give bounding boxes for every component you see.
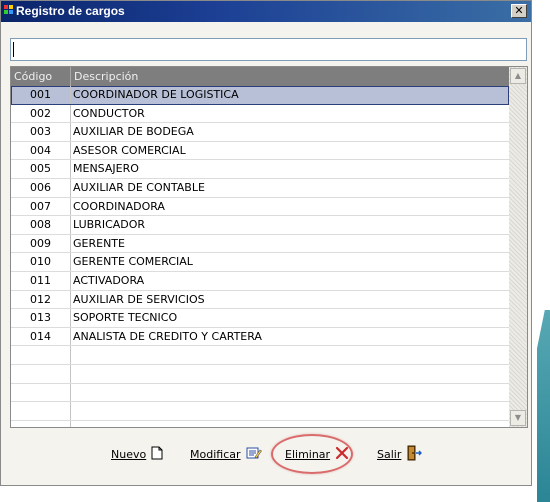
cell-codigo: 008 bbox=[11, 216, 71, 234]
modificar-label: Modificar bbox=[190, 447, 241, 461]
cell-codigo: 012 bbox=[11, 290, 71, 309]
cell-descripcion: ANALISTA DE CREDITO Y CARTERA bbox=[73, 329, 262, 343]
title-bar[interactable]: Registro de cargos ✕ bbox=[1, 1, 531, 22]
table-row[interactable]: 014 ANALISTA DE CREDITO Y CARTERA bbox=[11, 327, 509, 347]
cell-codigo bbox=[11, 420, 71, 427]
scroll-up-button[interactable]: ▲ bbox=[510, 68, 526, 84]
background-decoration bbox=[537, 310, 550, 502]
cell-codigo bbox=[11, 346, 71, 364]
search-input[interactable] bbox=[10, 38, 527, 61]
cell-codigo: 013 bbox=[11, 309, 71, 327]
cell-descripcion bbox=[73, 421, 509, 427]
text-cursor bbox=[13, 42, 14, 57]
cargos-table: Código Descripción 001 COORDINADOR DE LOG… bbox=[10, 66, 528, 428]
scroll-down-button[interactable]: ▼ bbox=[510, 410, 526, 426]
cell-descripcion: COORDINADORA bbox=[73, 199, 165, 213]
table-row[interactable]: 012 AUXILIAR DE SERVICIOS bbox=[11, 290, 509, 310]
eliminar-button[interactable]: Eliminar bbox=[285, 443, 349, 465]
table-row[interactable]: 001 COORDINADOR DE LOGISTICA bbox=[11, 86, 509, 105]
empty-table-row bbox=[11, 402, 509, 421]
table-body: 001 COORDINADOR DE LOGISTICA 002 CONDUCTOR 0… bbox=[11, 86, 509, 427]
new-document-icon bbox=[151, 446, 163, 463]
cell-codigo: 010 bbox=[11, 253, 71, 271]
column-header-descripcion[interactable]: Descripción bbox=[71, 67, 509, 86]
table-row[interactable]: 011 ACTIVADORA bbox=[11, 271, 509, 291]
cell-descripcion: GERENTE COMERCIAL bbox=[73, 255, 193, 269]
empty-table-row bbox=[11, 420, 509, 427]
edit-record-icon bbox=[246, 446, 262, 463]
cell-codigo bbox=[11, 383, 71, 402]
table-row[interactable]: 010 GERENTE COMERCIAL bbox=[11, 253, 509, 272]
table-row[interactable]: 004 ASESOR COMERCIAL bbox=[11, 141, 509, 161]
cell-descripcion: MENSAJERO bbox=[73, 162, 139, 176]
cell-codigo bbox=[11, 364, 71, 383]
table-header: Código Descripción bbox=[11, 67, 509, 86]
exit-door-icon bbox=[406, 445, 423, 464]
empty-table-row bbox=[11, 383, 509, 403]
delete-x-icon bbox=[335, 446, 349, 463]
cell-descripcion: CONDUCTOR bbox=[73, 106, 145, 120]
cell-descripcion: SOPORTE TECNICO bbox=[73, 311, 178, 325]
table-row[interactable]: 005 MENSAJERO bbox=[11, 160, 509, 179]
cell-descripcion bbox=[73, 346, 509, 364]
table-row[interactable]: 008 LUBRICADOR bbox=[11, 216, 509, 235]
cell-descripcion: COORDINADOR DE LOGISTICA bbox=[73, 88, 239, 101]
table-row[interactable]: 013 SOPORTE TECNICO bbox=[11, 309, 509, 328]
cell-descripcion: ASESOR COMERCIAL bbox=[73, 143, 186, 157]
cell-descripcion bbox=[73, 402, 509, 420]
cell-codigo: 009 bbox=[11, 234, 71, 253]
salir-label: Salir bbox=[377, 447, 402, 461]
table-row[interactable]: 003 AUXILIAR DE BODEGA bbox=[11, 123, 509, 142]
cell-descripcion: AUXILIAR DE CONTABLE bbox=[73, 180, 205, 194]
cell-descripcion: AUXILIAR DE SERVICIOS bbox=[73, 292, 205, 306]
cell-codigo: 001 bbox=[11, 86, 71, 104]
cell-codigo: 014 bbox=[11, 327, 71, 346]
salir-button[interactable]: Salir bbox=[377, 443, 423, 465]
table-row[interactable]: 002 CONDUCTOR bbox=[11, 104, 509, 124]
table-row[interactable]: 007 COORDINADORA bbox=[11, 197, 509, 217]
cell-codigo: 007 bbox=[11, 197, 71, 216]
cell-codigo bbox=[11, 402, 71, 420]
cell-descripcion: GERENTE bbox=[73, 236, 125, 250]
column-header-codigo[interactable]: Código bbox=[11, 67, 71, 86]
cell-codigo: 003 bbox=[11, 123, 71, 141]
cell-descripcion: ACTIVADORA bbox=[73, 273, 145, 287]
registro-cargos-window: Registro de cargos ✕ Código Descripción … bbox=[0, 0, 532, 486]
cell-descripcion bbox=[73, 365, 509, 383]
cell-codigo: 011 bbox=[11, 271, 71, 290]
app-icon bbox=[4, 5, 14, 17]
close-button[interactable]: ✕ bbox=[511, 4, 527, 18]
empty-table-row bbox=[11, 346, 509, 365]
cell-descripcion bbox=[73, 384, 509, 402]
table-row[interactable]: 009 GERENTE bbox=[11, 234, 509, 254]
table-row[interactable]: 006 AUXILIAR DE CONTABLE bbox=[11, 178, 509, 198]
cell-codigo: 004 bbox=[11, 141, 71, 160]
cell-codigo: 002 bbox=[11, 104, 71, 123]
empty-table-row bbox=[11, 364, 509, 384]
nuevo-button[interactable]: Nuevo bbox=[111, 443, 163, 465]
vertical-scrollbar[interactable]: ▲ ▼ bbox=[509, 67, 527, 427]
cell-codigo: 005 bbox=[11, 160, 71, 178]
window-title: Registro de cargos bbox=[16, 4, 125, 18]
cell-descripcion: AUXILIAR DE BODEGA bbox=[73, 125, 194, 139]
eliminar-label: Eliminar bbox=[285, 447, 331, 461]
cell-descripcion: LUBRICADOR bbox=[73, 218, 146, 232]
nuevo-label: Nuevo bbox=[111, 447, 147, 461]
modificar-button[interactable]: Modificar bbox=[190, 443, 262, 465]
cell-codigo: 006 bbox=[11, 178, 71, 197]
